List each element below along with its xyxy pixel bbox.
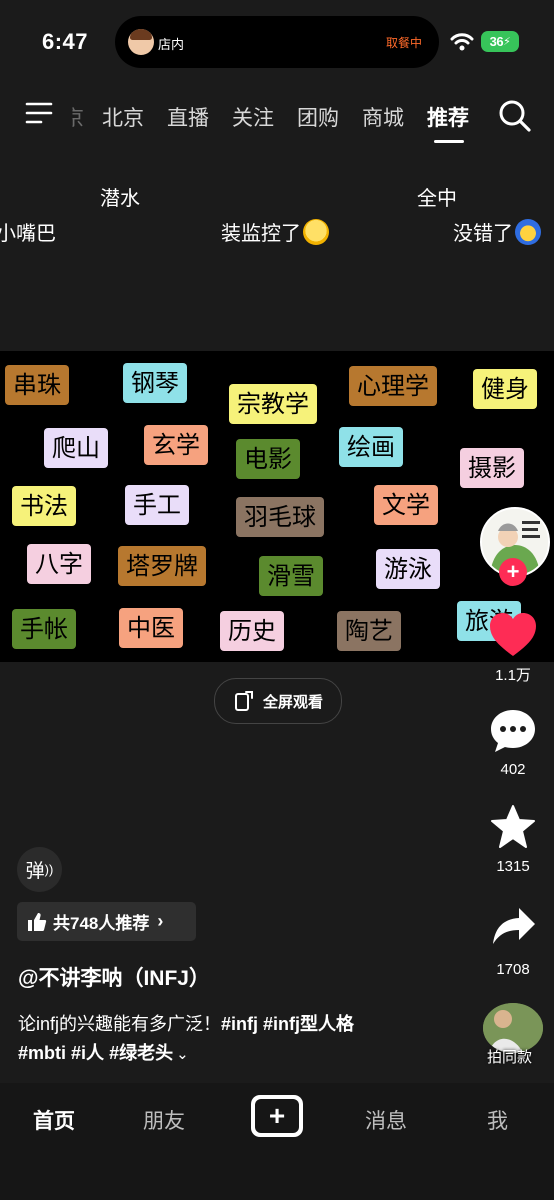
wifi-icon: [450, 33, 474, 51]
interest-tag: 塔罗牌: [118, 546, 206, 586]
share-icon[interactable]: [491, 906, 537, 948]
comment-count: 402: [500, 761, 526, 778]
danmaku-comment: 没错了: [453, 223, 513, 245]
chevron-right-icon: ›: [157, 911, 164, 931]
interest-tag: 手帐: [12, 609, 76, 649]
hashtag-link[interactable]: #infj型人格: [263, 1014, 354, 1034]
battery-level: 36: [489, 34, 504, 49]
danmaku-toggle-label: 弹: [25, 861, 45, 882]
interest-tag: 钢琴: [123, 363, 187, 403]
same-style-label[interactable]: 拍同款: [487, 1046, 532, 1067]
tab-beijing[interactable]: 北京: [102, 102, 144, 132]
island-store-label: 店内: [158, 37, 185, 52]
shocked-emoji-icon: [303, 219, 329, 245]
hashtag-link[interactable]: #mbti: [18, 1043, 66, 1063]
interest-tag: 摄影: [460, 448, 524, 488]
active-tab-indicator: [434, 140, 464, 143]
interest-tag: 心理学: [349, 366, 437, 406]
fullscreen-label: 全屏观看: [262, 693, 323, 711]
interest-tag: 历史: [220, 611, 284, 651]
favorite-count: 1315: [496, 858, 530, 875]
danmaku-toggle-button[interactable]: 弹)): [17, 847, 62, 892]
share-count: 1708: [496, 961, 530, 978]
interest-tag: 文学: [374, 485, 438, 525]
interest-tag: 八字: [27, 544, 91, 584]
interest-tag: 羽毛球: [236, 497, 324, 537]
tab-live[interactable]: 直播: [167, 102, 209, 132]
expand-chevron-icon[interactable]: ⌄: [176, 1046, 189, 1063]
video-player[interactable]: 串珠 钢琴 宗教学 心理学 健身 爬山 玄学 电影 绘画 摄影 书法 手工 羽毛…: [0, 351, 554, 662]
search-icon[interactable]: [498, 99, 532, 133]
interest-tag: 玄学: [144, 425, 208, 465]
interest-tag: 中医: [119, 608, 183, 648]
hashtag-link[interactable]: #绿老头: [109, 1043, 173, 1063]
danmaku-comment: 装监控了: [221, 223, 301, 245]
video-description: 论infj的兴趣能有多广泛！#infj #infj型人格: [18, 1010, 354, 1036]
island-order-status: 取餐中: [386, 36, 423, 50]
thumbs-up-icon: [28, 912, 47, 931]
interest-tag: 手工: [125, 485, 189, 525]
recommend-label: 共748人推荐: [53, 914, 150, 933]
interest-tag: 串珠: [5, 365, 69, 405]
description-text: 论infj的兴趣能有多广泛！: [18, 1014, 222, 1034]
author-name[interactable]: @不讲李呐（INFJ）: [18, 962, 210, 992]
menu-icon[interactable]: [25, 101, 53, 125]
danmaku-comment: 小嘴巴: [0, 223, 56, 245]
comment-icon[interactable]: [489, 708, 537, 754]
tab-mall[interactable]: 商城: [362, 102, 404, 132]
bottom-nav-home[interactable]: 首页: [33, 1105, 75, 1135]
danmaku-comment: 全中: [417, 188, 457, 210]
status-time: 6:47: [42, 29, 89, 54]
tab-recommend[interactable]: 推荐: [427, 102, 469, 132]
favorite-star-icon[interactable]: [490, 804, 536, 850]
cold-face-emoji-icon: [515, 219, 541, 245]
tab-following[interactable]: 关注: [232, 102, 274, 132]
bottom-nav-friends[interactable]: 朋友: [143, 1105, 185, 1135]
bottom-nav-me[interactable]: 我: [487, 1105, 508, 1135]
follow-button[interactable]: +: [499, 558, 527, 586]
hashtag-link[interactable]: #i人: [71, 1043, 104, 1063]
like-count: 1.1万: [495, 667, 531, 684]
fullscreen-icon: [234, 691, 253, 711]
interest-tag: 陶艺: [337, 611, 401, 651]
danmaku-comment-with-emoji: 没错了: [453, 217, 541, 246]
danmaku-comment: 潜水: [100, 188, 140, 210]
interest-tag: 滑雪: [259, 556, 323, 596]
battery-indicator: 36 ⚡: [481, 31, 519, 52]
interest-tag: 游泳: [376, 549, 440, 589]
danmaku-comment-with-emoji: 装监控了: [221, 217, 329, 246]
island-avatar-icon: [128, 29, 154, 55]
create-button[interactable]: +: [251, 1095, 303, 1137]
interest-tag: 书法: [12, 486, 76, 526]
tab-group-buy[interactable]: 团购: [297, 102, 339, 132]
bottom-nav-messages[interactable]: 消息: [365, 1105, 407, 1135]
interest-tag: 电影: [236, 439, 300, 479]
interest-tag: 健身: [473, 369, 537, 409]
fullscreen-button[interactable]: 全屏观看: [214, 678, 342, 724]
recommend-chip[interactable]: 共748人推荐 ›: [17, 902, 196, 941]
hashtag-link[interactable]: #infj: [221, 1014, 258, 1034]
video-description-line2: #mbti #i人 #绿老头 ⌄: [18, 1039, 189, 1065]
like-heart-icon[interactable]: [488, 612, 538, 658]
plus-icon: +: [255, 1099, 299, 1133]
interest-tag: 爬山: [44, 428, 108, 468]
tab-partial[interactable]: 京: [72, 102, 84, 132]
interest-tag: 绘画: [339, 427, 403, 467]
interest-tag: 宗教学: [229, 384, 317, 424]
